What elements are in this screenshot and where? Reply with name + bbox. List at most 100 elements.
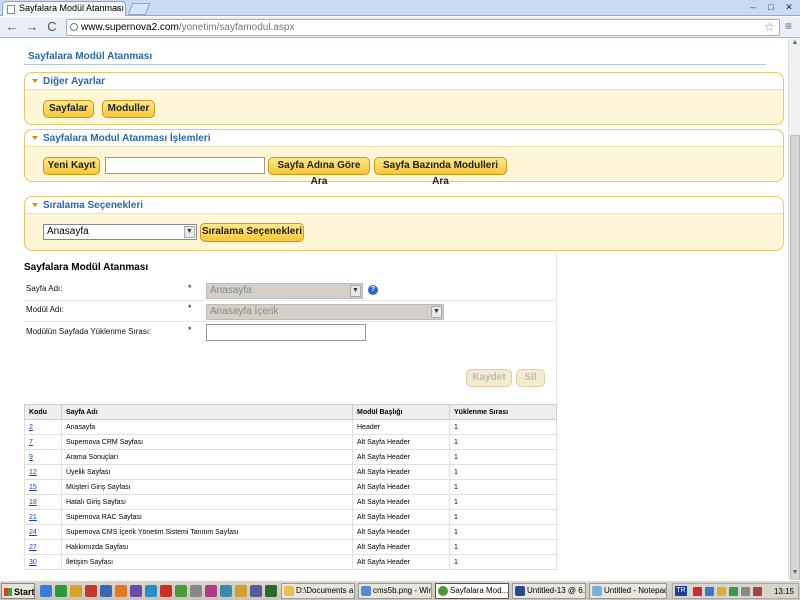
maximize-icon[interactable]: □: [762, 1, 780, 13]
help-icon[interactable]: ?: [368, 285, 378, 295]
yuklenme-sirasi-input[interactable]: [206, 324, 366, 341]
browser-tab[interactable]: Sayfalara Modül Atanması ×: [2, 1, 126, 16]
siralama-secenekleri-button[interactable]: Sıralama Seçenekleri: [200, 223, 304, 242]
windows-logo-icon: [4, 588, 12, 596]
sil-button[interactable]: Sil: [516, 369, 545, 387]
code-link[interactable]: 2: [29, 424, 33, 431]
code-link[interactable]: 7: [29, 439, 33, 446]
tray-icon[interactable]: [717, 587, 726, 596]
scroll-up-icon[interactable]: ▲: [789, 39, 800, 49]
tray-icon[interactable]: [693, 587, 702, 596]
code-link[interactable]: 18: [29, 499, 37, 506]
reload-icon[interactable]: C: [44, 19, 60, 35]
column-header-yuklenme-sirasi[interactable]: Yüklenme Sırası: [449, 404, 557, 420]
app-icon[interactable]: [220, 585, 232, 597]
bookmark-star-icon[interactable]: ☆: [764, 20, 775, 35]
taskbar-item-documents[interactable]: D:\Documents a...: [281, 583, 355, 599]
module-cell: Alt Sayfa Header: [352, 434, 450, 450]
wrench-icon[interactable]: ≡: [785, 19, 799, 35]
app-icon[interactable]: [85, 585, 97, 597]
panel-header[interactable]: Diğer Ayarlar: [25, 73, 783, 90]
column-header-sayfa-adi[interactable]: Sayfa Adı: [61, 404, 353, 420]
code-link[interactable]: 15: [29, 484, 37, 491]
column-header-kodu[interactable]: Kodu: [24, 404, 62, 420]
firefox-icon[interactable]: [115, 585, 127, 597]
code-link[interactable]: 9: [29, 454, 33, 461]
sayfa-adi-select[interactable]: Anasayfa ▼: [206, 283, 363, 299]
collapse-triangle-icon[interactable]: [32, 136, 38, 140]
minimize-icon[interactable]: –: [744, 1, 762, 13]
opera-icon[interactable]: [160, 585, 172, 597]
new-tab-button[interactable]: [127, 3, 151, 15]
forward-icon[interactable]: →: [24, 19, 40, 35]
panel-header[interactable]: Sıralama Seçenekleri: [25, 197, 783, 214]
kaydet-button[interactable]: Kaydet: [466, 369, 512, 387]
taskbar-item-browser[interactable]: Sayfalara Mod...: [435, 583, 509, 599]
code-cell: 18: [24, 494, 62, 510]
siralama-select[interactable]: Anasayfa ▼: [43, 224, 197, 240]
sayfa-adi-label: Sayfa Adı:: [26, 284, 63, 293]
tray-icon[interactable]: [729, 587, 738, 596]
select-value: Anasayfa: [210, 285, 252, 296]
sayfalar-button[interactable]: Sayfalar: [43, 100, 94, 118]
code-link[interactable]: 27: [29, 544, 37, 551]
tab-close-icon[interactable]: ×: [116, 2, 121, 15]
window-close-icon[interactable]: ✕: [780, 1, 798, 13]
column-header-modul-basligi[interactable]: Modül Başlığı: [352, 404, 450, 420]
chevron-down-icon[interactable]: ▼: [184, 226, 195, 238]
panel-siralama-secenekleri: Sıralama Seçenekleri Anasayfa ▼ Sıralama…: [24, 196, 784, 251]
code-link[interactable]: 21: [29, 514, 37, 521]
taskbar-item-notepad[interactable]: Untitled - Notepad: [589, 583, 667, 599]
yeni-kayit-button[interactable]: Yeni Kayıt: [43, 157, 100, 175]
modul-adi-select[interactable]: Anasayfa İçerik ▼: [206, 304, 444, 320]
required-mark: *: [188, 303, 192, 313]
module-cell: Alt Sayfa Header: [352, 464, 450, 480]
app-icon[interactable]: [205, 585, 217, 597]
code-cell: 12: [24, 464, 62, 480]
search-input[interactable]: [105, 157, 265, 174]
app-icon[interactable]: [265, 585, 277, 597]
volume-icon[interactable]: [741, 587, 750, 596]
panel-header[interactable]: Sayfalara Modul Atanması İşlemleri: [25, 130, 783, 147]
address-bar[interactable]: www.supernova2.com/yonetim/sayfamodul.as…: [66, 19, 780, 36]
desktop-icon[interactable]: [40, 585, 52, 597]
tray-icon[interactable]: [705, 587, 714, 596]
back-icon[interactable]: ←: [4, 19, 20, 35]
moduller-button[interactable]: Moduller: [102, 100, 155, 118]
clock: 13:15: [773, 587, 794, 596]
code-link[interactable]: 24: [29, 529, 37, 536]
explorer-icon[interactable]: [55, 585, 67, 597]
page-cell: Hatalı Giriş Sayfası: [61, 494, 353, 510]
code-link[interactable]: 30: [29, 559, 37, 566]
page-cell: Supernova CRM Sayfası: [61, 434, 353, 450]
tab-title: Sayfalara Modül Atanması: [19, 3, 125, 13]
start-button[interactable]: Start: [1, 583, 35, 599]
sayfa-bazinda-modulleri-ara-button[interactable]: Sayfa Bazında Modulleri Ara: [374, 157, 507, 187]
collapse-triangle-icon[interactable]: [32, 79, 38, 83]
language-indicator[interactable]: TR: [675, 586, 687, 596]
code-link[interactable]: 12: [29, 469, 37, 476]
taskbar-label: cms5b.png - Win...: [373, 586, 432, 595]
app-icon[interactable]: [250, 585, 262, 597]
vertical-scrollbar[interactable]: ▲ ▼: [788, 39, 800, 585]
taskbar-label: Untitled-13 @ 6...: [527, 586, 586, 595]
panel-modul-islemleri: Sayfalara Modul Atanması İşlemleri Yeni …: [24, 129, 784, 187]
sayfa-adina-gore-ara-button[interactable]: Sayfa Adına Göre Ara: [268, 157, 370, 187]
collapse-triangle-icon[interactable]: [32, 203, 38, 207]
scroll-down-icon[interactable]: ▼: [789, 569, 800, 579]
required-mark: *: [188, 325, 192, 335]
taskbar-item-photoshop[interactable]: Untitled-13 @ 6...: [512, 583, 586, 599]
scrollbar-thumb[interactable]: [790, 135, 800, 585]
tray-icon[interactable]: [753, 587, 762, 596]
ie-icon[interactable]: [145, 585, 157, 597]
app-icon[interactable]: [100, 585, 112, 597]
app-icon[interactable]: [190, 585, 202, 597]
taskbar-item-paint[interactable]: cms5b.png - Win...: [358, 583, 432, 599]
order-cell: 1: [449, 554, 557, 570]
url-path: /yonetim/sayfamodul.aspx: [178, 22, 295, 33]
app-icon[interactable]: [130, 585, 142, 597]
app-icon[interactable]: [235, 585, 247, 597]
chrome-icon[interactable]: [175, 585, 187, 597]
folder-icon[interactable]: [70, 585, 82, 597]
order-cell: 1: [449, 494, 557, 510]
